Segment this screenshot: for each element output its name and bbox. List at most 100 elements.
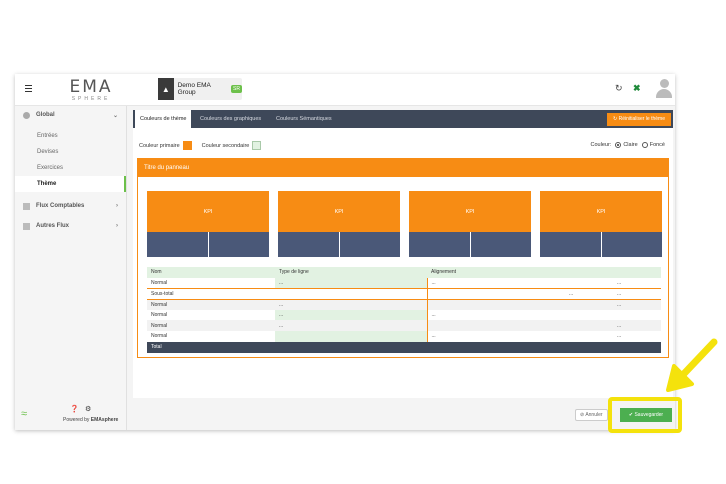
kpi-card: KPI xyxy=(147,191,269,257)
table-cell: ... xyxy=(613,287,661,300)
table-cell: ... xyxy=(426,331,565,342)
radio-fonce[interactable] xyxy=(641,142,648,148)
radio-claire-label[interactable]: Claire xyxy=(623,142,637,148)
table-row: Normal ... ... ... xyxy=(147,277,661,289)
table-cell: ... xyxy=(275,277,427,289)
app-window: EMA SPHERE ▲ Demo EMA Group SR ↻ ✖ Globa… xyxy=(15,74,675,430)
hamburger-menu-icon[interactable] xyxy=(25,85,32,92)
color-pickers: Couleur primaire Couleur secondaire xyxy=(139,141,271,150)
powered-prefix: Powered by xyxy=(63,417,91,423)
save-label: Sauvegarder xyxy=(634,412,664,418)
table-cell: ... xyxy=(565,287,613,300)
org-chart-icon: ▲ xyxy=(158,78,174,100)
theme-tabs-bar: Couleurs de thème Couleurs des graphique… xyxy=(133,110,673,128)
grid-icon xyxy=(23,202,30,210)
table-cell: Normal xyxy=(147,299,275,310)
sidebar-item-theme[interactable]: Thème xyxy=(15,176,126,192)
table-cell: Normal xyxy=(147,320,275,332)
sidebar-item-exercices[interactable]: Exercices xyxy=(15,160,126,176)
panel-title: Titre du panneau xyxy=(138,159,668,177)
sidebar-footer: ≈ ❓ ⚙ Powered by EMAsphere xyxy=(15,400,127,430)
reset-theme-label: Réinitialiser le thème xyxy=(618,116,665,122)
save-button[interactable]: ✔ Sauvegarder xyxy=(620,408,672,422)
sidebar-cat-label: Flux Comptables xyxy=(36,203,85,209)
logo-main: EMA xyxy=(69,77,113,97)
table-cell: ... xyxy=(426,277,565,289)
table-cell: Normal xyxy=(151,279,168,286)
cancel-label: Annuler xyxy=(585,412,603,418)
table-header: Nom xyxy=(147,267,275,278)
kpi-card: KPI xyxy=(409,191,531,257)
highlight-arrow-icon xyxy=(666,338,718,392)
reset-theme-button[interactable]: ↻ Réinitialiser le thème xyxy=(606,113,671,126)
tab-couleurs-theme[interactable]: Couleurs de thème xyxy=(135,110,192,128)
table-cell: ... xyxy=(275,320,427,332)
table-row: Normal ... ... xyxy=(147,299,661,310)
cancel-button[interactable]: ⊘ Annuler xyxy=(575,409,608,421)
secondary-color-swatch[interactable] xyxy=(252,141,262,150)
sidebar-item-entrees[interactable]: Entrées xyxy=(15,128,126,144)
chevron-down-icon: ⌄ xyxy=(112,112,118,119)
secondary-color-label: Couleur secondaire xyxy=(201,142,250,149)
kpi-card: KPI xyxy=(278,191,400,257)
sidebar-item-flux-comptables[interactable]: Flux Comptables › xyxy=(15,196,126,216)
table-total-row: Total xyxy=(147,341,661,353)
table-cell: ... xyxy=(613,299,661,310)
table-cell: ... xyxy=(275,299,427,310)
table-cell xyxy=(426,299,565,310)
chevron-right-icon: › xyxy=(116,203,118,209)
table-cell xyxy=(565,331,613,342)
kpi-label: KPI xyxy=(278,191,400,232)
sidebar-cat-label: Autres Flux xyxy=(36,223,70,229)
chevron-right-icon: › xyxy=(116,223,118,229)
powered-brand: EMAsphere xyxy=(90,417,119,423)
color-mode-selector: Couleur: Claire Foncé xyxy=(591,142,665,148)
table-cell xyxy=(275,287,427,300)
radio-claire[interactable] xyxy=(615,142,622,148)
kpi-label: KPI xyxy=(147,191,269,232)
radio-fonce-label[interactable]: Foncé xyxy=(650,142,665,148)
company-name: Demo EMA Group xyxy=(177,82,211,96)
table-row: Normal ... ... xyxy=(147,309,661,321)
top-bar: EMA SPHERE ▲ Demo EMA Group SR ↻ ✖ xyxy=(15,74,675,106)
primary-color-label: Couleur primaire xyxy=(139,142,180,149)
sidebar-item-devises[interactable]: Devises xyxy=(15,144,126,160)
company-badge: SR xyxy=(231,85,242,93)
sidebar: Global ⌄ Entrées Devises Exercices Thème… xyxy=(15,106,127,430)
theme-content: Couleur primaire Couleur secondaire Coul… xyxy=(133,128,673,398)
user-avatar[interactable] xyxy=(656,78,672,100)
table-row: Normal ... ... xyxy=(147,320,661,332)
color-mode-label: Couleur: xyxy=(590,142,612,148)
table-cell: ... xyxy=(426,309,565,321)
sidebar-global-label: Global xyxy=(36,112,55,118)
grid-icon xyxy=(23,222,30,230)
table-cell: Normal xyxy=(151,312,168,319)
powered-by: Powered by EMAsphere xyxy=(63,417,118,423)
refresh-icon[interactable]: ↻ xyxy=(615,83,623,94)
tab-couleurs-graphiques[interactable]: Couleurs des graphiques xyxy=(195,110,266,128)
sidebar-item-global[interactable]: Global ⌄ xyxy=(15,106,126,124)
tab-couleurs-semantiques[interactable]: Couleurs Sémantiques xyxy=(271,110,337,128)
table-cell: Normal xyxy=(151,333,168,340)
table-cell xyxy=(426,287,565,300)
sidebar-item-autres-flux[interactable]: Autres Flux › xyxy=(15,216,126,236)
table-cell xyxy=(565,299,613,310)
help-icon[interactable]: ❓ xyxy=(70,405,79,413)
table-cell: ... xyxy=(275,309,427,321)
table-header: Type de ligne xyxy=(275,267,427,278)
table-cell: Sous-total xyxy=(147,287,275,300)
primary-color-swatch[interactable] xyxy=(182,141,192,150)
table-cell xyxy=(565,278,613,289)
globe-icon xyxy=(23,111,30,119)
table-cell xyxy=(565,310,613,321)
table-row: Normal ... ... xyxy=(147,331,661,342)
table-header: Alignement xyxy=(427,267,565,278)
tools-icon[interactable]: ✖ xyxy=(633,83,641,94)
support-icon[interactable]: ⚙ xyxy=(85,405,91,413)
emasphere-wave-icon: ≈ xyxy=(21,408,28,420)
company-selector[interactable]: ▲ Demo EMA Group SR xyxy=(158,78,242,100)
emasphere-logo[interactable]: EMA SPHERE xyxy=(61,77,121,103)
table-header-row: Nom Type de ligne Alignement xyxy=(147,267,661,278)
table-cell xyxy=(565,320,613,332)
table-cell xyxy=(275,331,427,342)
